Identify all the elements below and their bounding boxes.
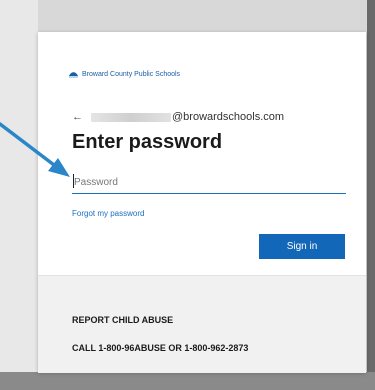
sign-in-button[interactable]: Sign in xyxy=(259,234,345,259)
footer-banner: REPORT CHILD ABUSE CALL 1-800-96ABUSE OR… xyxy=(38,275,366,373)
background-bottom-strip xyxy=(0,372,375,390)
background-right-edge xyxy=(367,0,375,390)
account-email-suffix: @browardschools.com xyxy=(172,111,285,123)
background-left-strip xyxy=(0,0,38,390)
screen: Broward County Public Schools ← @broward… xyxy=(0,0,375,390)
footer-heading: REPORT CHILD ABUSE xyxy=(72,315,174,325)
brand-logo: Broward County Public Schools xyxy=(68,70,180,78)
signin-card-body: Broward County Public Schools ← @broward… xyxy=(38,32,366,275)
email-redacted-part xyxy=(91,112,171,122)
password-field[interactable] xyxy=(72,171,346,194)
page-title: Enter password xyxy=(72,131,223,153)
text-cursor xyxy=(73,174,74,188)
brand-logo-icon xyxy=(69,72,78,78)
footer-hotline: CALL 1-800-96ABUSE OR 1-800-962-2873 xyxy=(72,343,249,353)
account-identity: ← @browardschools.com xyxy=(72,111,284,123)
account-email: @browardschools.com xyxy=(91,111,284,123)
arrow-left-icon[interactable]: ← xyxy=(72,111,83,123)
forgot-password-link[interactable]: Forgot my password xyxy=(72,209,144,218)
brand-logo-text: Broward County Public Schools xyxy=(82,70,181,78)
signin-card: Broward County Public Schools ← @broward… xyxy=(38,32,366,373)
